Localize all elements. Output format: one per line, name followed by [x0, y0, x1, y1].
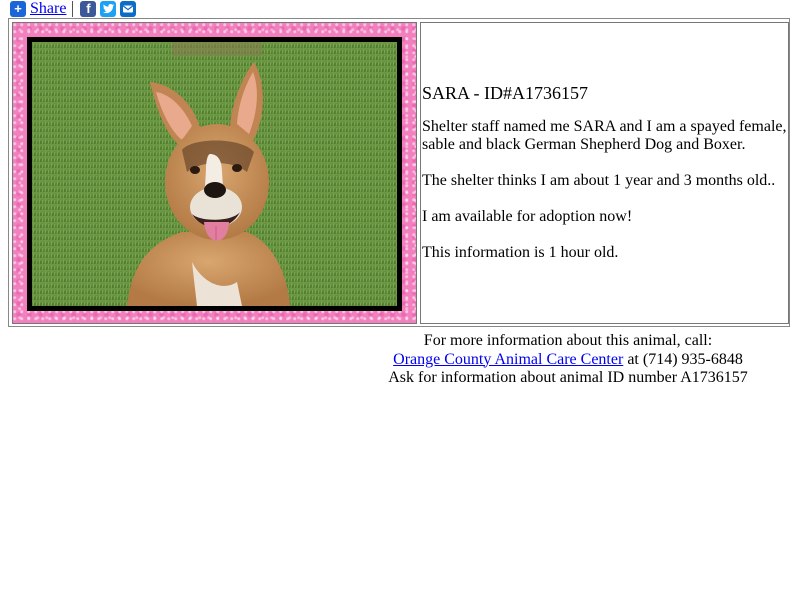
facebook-icon[interactable]: f	[80, 1, 97, 17]
share-divider	[72, 1, 74, 17]
description-availability: I am available for adoption now!	[422, 208, 633, 225]
contact-line: Orange County Animal Care Center at (714…	[370, 351, 766, 370]
shelter-link[interactable]: Orange County Animal Care Center	[393, 351, 623, 368]
animal-title: SARA - ID#A1736157	[422, 83, 589, 103]
shelter-phone: at (714) 935-6848	[623, 350, 743, 368]
share-plus-icon[interactable]: +	[10, 1, 26, 17]
email-icon[interactable]	[120, 1, 137, 17]
contact-id-note: Ask for information about animal ID numb…	[388, 369, 748, 386]
animal-info-table: SARA - ID#A1736157 Shelter staff named m…	[8, 18, 790, 327]
description-cell: SARA - ID#A1736157 Shelter staff named m…	[420, 22, 789, 324]
contact-intro: For more information about this animal, …	[423, 332, 713, 349]
photo-cell	[12, 22, 417, 324]
description-age: The shelter thinks I am about 1 year and…	[422, 172, 776, 189]
twitter-icon[interactable]	[100, 1, 117, 17]
photo-frame	[27, 37, 402, 311]
share-link[interactable]: Share	[30, 0, 66, 18]
share-bar: + Share f	[10, 0, 137, 18]
description-freshness: This information is 1 hour old.	[422, 244, 619, 261]
description-name-breed: Shelter staff named me SARA and I am a s…	[422, 118, 787, 153]
contact-footer: For more information about this animal, …	[370, 332, 766, 388]
dog-photo	[32, 42, 397, 306]
